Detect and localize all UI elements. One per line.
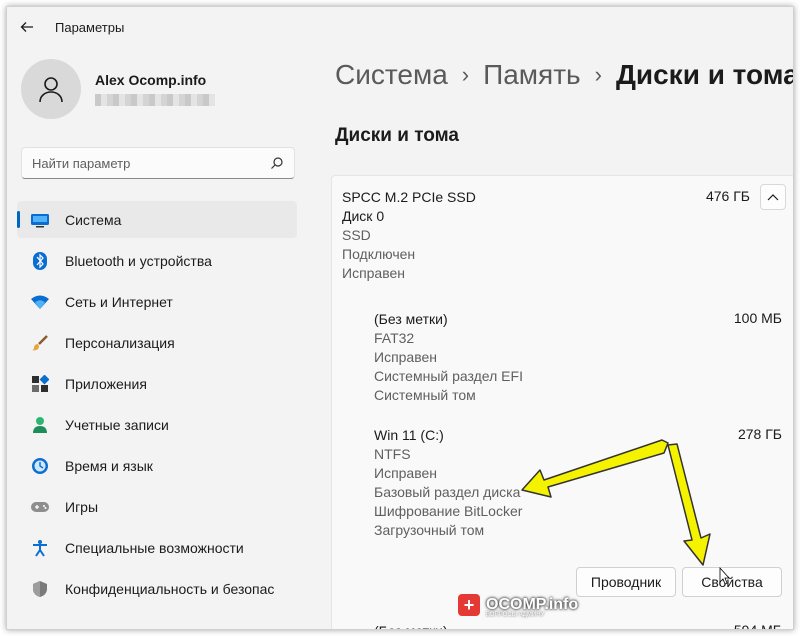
breadcrumb: Система › Память › Диски и тома (335, 59, 794, 91)
blurred-email (95, 94, 215, 106)
partition-type: Базовый раздел диска (374, 484, 521, 500)
partition-role: Системный том (374, 387, 476, 403)
title-bar: Параметры (7, 7, 793, 47)
watermark-subtext: ВОПРОСЫ АДМИНУ (486, 612, 545, 618)
brush-icon (29, 332, 51, 354)
sidebar-item-accounts[interactable]: Учетные записи (17, 406, 297, 443)
arrow-left-icon (20, 22, 33, 32)
disk-name: Диск 0 (342, 208, 385, 224)
wifi-icon (29, 291, 51, 313)
partition-size: 100 МБ (733, 310, 782, 326)
partition-encryption: Шифрование BitLocker (374, 503, 523, 519)
partition-label: (Без метки) (374, 622, 782, 629)
partition-windows[interactable]: Win 11 (C:) 278 ГБ NTFS Исправен Базовый… (374, 426, 782, 540)
sidebar-item-bluetooth[interactable]: Bluetooth и устройства (17, 242, 297, 279)
properties-button[interactable]: Свойства (682, 567, 782, 597)
sidebar-item-label: Приложения (65, 375, 147, 392)
shield-icon (29, 578, 51, 600)
sidebar-item-label: Персонализация (65, 334, 175, 351)
disk-status: Подключен (342, 246, 416, 262)
breadcrumb-item-system[interactable]: Система (335, 59, 448, 91)
chevron-right-icon: › (594, 62, 602, 87)
sidebar-item-label: Конфиденциальность и безопас (65, 580, 275, 597)
disk-size: 476 ГБ (705, 188, 750, 204)
breadcrumb-item-storage[interactable]: Память (483, 59, 581, 91)
sidebar-item-gaming[interactable]: Игры (17, 488, 297, 525)
accessibility-icon (29, 537, 51, 559)
disk-card: SPCC M.2 PCIe SSD Диск 0 SSD Подключен И… (331, 175, 793, 630)
avatar (21, 59, 81, 119)
breadcrumb-item-current: Диски и тома (615, 59, 794, 90)
partition-type: Системный раздел EFI (374, 368, 523, 384)
settings-window: Параметры Alex Ocomp.info Система (6, 6, 794, 630)
sidebar-item-apps[interactable]: Приложения (17, 365, 297, 402)
disk-type: SSD (342, 227, 371, 243)
partition-fs: NTFS (374, 446, 411, 462)
person-icon (39, 77, 63, 103)
sidebar-item-system[interactable]: Система (17, 201, 297, 238)
collapse-button[interactable] (760, 184, 786, 210)
sidebar-item-label: Bluetooth и устройства (65, 252, 212, 269)
apps-icon (29, 373, 51, 395)
partition-efi[interactable]: (Без метки) 100 МБ FAT32 Исправен Систем… (374, 310, 782, 405)
chevron-right-icon: › (461, 62, 470, 87)
partition-label: Win 11 (C:) (374, 427, 444, 443)
gamepad-icon (29, 496, 51, 518)
user-profile[interactable]: Alex Ocomp.info (21, 59, 215, 119)
sidebar-item-label: Учетные записи (65, 416, 169, 433)
search-icon[interactable] (270, 156, 284, 170)
sidebar-item-label: Время и язык (65, 457, 153, 474)
explorer-button[interactable]: Проводник (576, 567, 676, 597)
monitor-icon (29, 209, 51, 231)
disk-health: Исправен (342, 265, 406, 281)
sidebar-item-personalization[interactable]: Персонализация (17, 324, 297, 361)
window-title: Параметры (55, 19, 125, 35)
sidebar-item-privacy[interactable]: Конфиденциальность и безопас (17, 570, 297, 607)
sidebar-nav: Система Bluetooth и устройства Сеть и Ин… (17, 201, 297, 611)
sidebar-item-label: Специальные возможности (65, 539, 244, 556)
back-button[interactable] (7, 7, 47, 47)
bluetooth-icon (29, 250, 51, 272)
partition-recovery[interactable]: (Без метки) 594 МБ (374, 622, 782, 630)
watermark-logo: + OCOMP.info ВОПРОСЫ АДМИНУ (458, 594, 578, 618)
profile-name: Alex Ocomp.info (95, 72, 207, 88)
clock-globe-icon (29, 455, 51, 477)
plus-icon: + (458, 594, 480, 616)
sidebar-item-accessibility[interactable]: Специальные возможности (17, 529, 297, 566)
chevron-up-icon (767, 194, 779, 201)
partition-size: 594 МБ (733, 622, 782, 630)
person-icon (29, 414, 51, 436)
search-box[interactable] (21, 147, 295, 179)
sidebar-item-label: Система (65, 211, 122, 228)
partition-health: Исправен (374, 465, 438, 481)
sidebar-item-label: Сеть и Интернет (65, 293, 173, 310)
partition-size: 278 ГБ (737, 426, 782, 442)
page-title: Диски и тома (335, 125, 459, 146)
partition-fs: FAT32 (374, 330, 415, 346)
partition-health: Исправен (374, 349, 438, 365)
search-input[interactable] (32, 155, 270, 171)
partition-label: (Без метки) (374, 311, 448, 327)
sidebar-item-network[interactable]: Сеть и Интернет (17, 283, 297, 320)
sidebar-item-label: Игры (65, 498, 99, 515)
sidebar-item-time-language[interactable]: Время и язык (17, 447, 297, 484)
partition-role: Загрузочный том (374, 522, 485, 538)
